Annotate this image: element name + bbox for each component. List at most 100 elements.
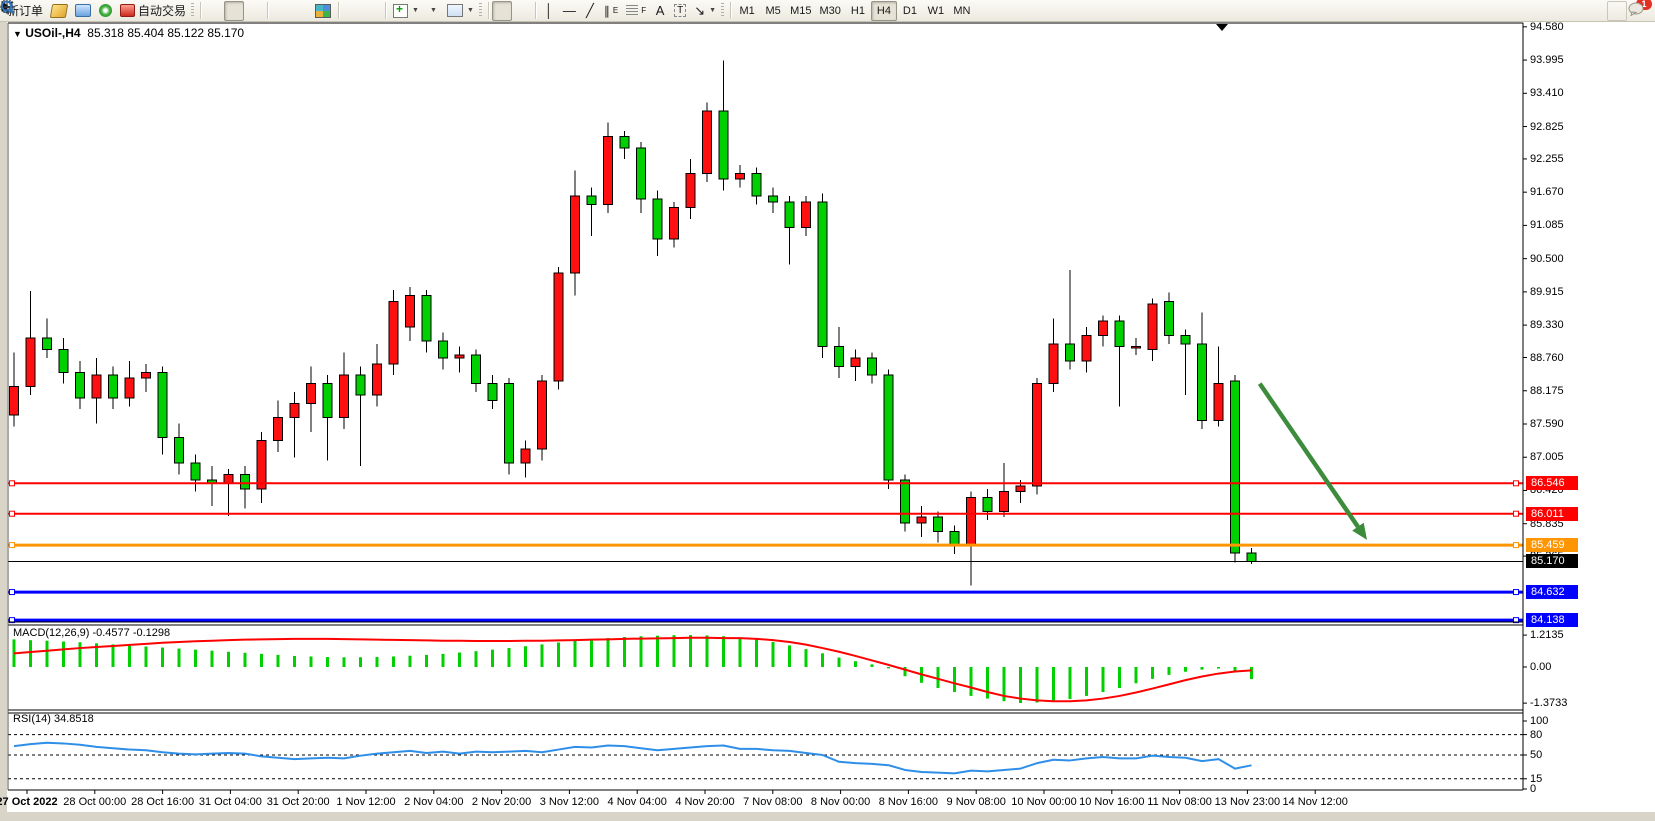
candle-body [736, 173, 745, 179]
macd-histogram-bar [970, 667, 973, 696]
periods-button[interactable]: ▼ [423, 1, 443, 21]
macd-histogram-bar [260, 654, 263, 667]
candle-body [1049, 344, 1058, 384]
tf-button-m15[interactable]: M15 [786, 1, 815, 21]
macd-histogram-bar [953, 667, 956, 692]
macd-histogram-bar [244, 653, 247, 667]
macd-histogram-bar [293, 656, 296, 667]
candle-body [571, 196, 580, 273]
tf-button-mn[interactable]: MN [949, 1, 975, 21]
cursor-tool[interactable] [492, 1, 512, 21]
line-handle[interactable] [10, 543, 15, 548]
macd-histogram-bar [1036, 667, 1039, 703]
macd-histogram-bar [392, 656, 395, 667]
orders-icon[interactable] [47, 1, 71, 21]
candle-body [637, 148, 646, 199]
chat-icon[interactable]: 1 [1627, 1, 1647, 21]
tf-button-d1[interactable]: D1 [897, 1, 923, 21]
line-handle[interactable] [10, 511, 15, 516]
macd-histogram-bar [1250, 667, 1253, 679]
text-tool[interactable]: A [650, 1, 670, 21]
candle-body [142, 372, 151, 378]
terminal-icon[interactable] [71, 1, 95, 21]
tf-button-h4[interactable]: H4 [871, 1, 897, 21]
macd-histogram-bar [310, 656, 313, 667]
macd-histogram-bar [425, 655, 428, 667]
candle-body [356, 375, 365, 395]
line-handle[interactable] [10, 481, 15, 486]
vertical-line-tool[interactable]: │ [539, 1, 559, 21]
macd-histogram-bar [79, 642, 82, 667]
candle-body [340, 375, 349, 418]
shapes-tool[interactable]: ↘▼ [690, 1, 720, 21]
tile-windows-icon[interactable] [311, 1, 335, 21]
macd-histogram-bar [821, 653, 824, 667]
candle-body [917, 517, 926, 523]
tf-button-h1[interactable]: H1 [845, 1, 871, 21]
channel-tool[interactable]: ∥E [600, 1, 622, 21]
candle-body [1214, 384, 1223, 421]
candle-body [26, 338, 35, 386]
line-handle[interactable] [1514, 481, 1519, 486]
candle-body [587, 196, 596, 205]
template-icon [447, 4, 463, 17]
indicators-button[interactable]: ▼ [389, 1, 423, 21]
tf-button-m1[interactable]: M1 [734, 1, 760, 21]
macd-histogram-bar [442, 654, 445, 667]
zoom-out-icon[interactable] [291, 1, 311, 21]
macd-histogram-bar [29, 640, 32, 667]
line-handle[interactable] [1514, 543, 1519, 548]
candle-body [125, 378, 134, 398]
line-chart-icon[interactable] [244, 1, 264, 21]
macd-histogram-bar [673, 635, 676, 667]
macd-histogram-bar [574, 641, 577, 667]
macd-histogram-bar [607, 638, 610, 667]
macd-histogram-bar [458, 653, 461, 667]
candlestick-chart-icon[interactable] [224, 1, 244, 21]
macd-histogram-bar [376, 657, 379, 667]
candle-body [884, 375, 893, 480]
macd-histogram-bar [854, 661, 857, 667]
signals-icon[interactable] [95, 1, 116, 21]
bar-chart-icon[interactable] [204, 1, 224, 21]
macd-histogram-bar [359, 657, 362, 667]
macd-histogram-bar [112, 644, 115, 667]
candle-body [934, 517, 943, 531]
macd-histogram-bar [772, 642, 775, 667]
candle-body [554, 273, 563, 381]
candle-body [670, 208, 679, 239]
zoom-in-icon[interactable] [271, 1, 291, 21]
candle-body [455, 355, 464, 358]
line-handle[interactable] [1514, 511, 1519, 516]
chart-canvas[interactable] [0, 0, 1655, 821]
macd-histogram-bar [62, 641, 65, 667]
auto-scroll-icon[interactable] [342, 1, 362, 21]
candle-body [802, 202, 811, 228]
candle-body [323, 384, 332, 418]
line-handle[interactable] [1514, 590, 1519, 595]
horizontal-line-tool[interactable]: — [559, 1, 580, 21]
macd-histogram-bar [623, 637, 626, 667]
templates-button[interactable]: ▼ [443, 1, 478, 21]
crosshair-tool[interactable] [512, 1, 532, 21]
macd-histogram-bar [1069, 667, 1072, 699]
tf-button-m30[interactable]: M30 [816, 1, 845, 21]
macd-histogram-bar [755, 639, 758, 667]
fibonacci-tool[interactable]: F [622, 1, 650, 21]
text-label-tool[interactable]: T [670, 1, 690, 21]
chart-shift-icon[interactable] [362, 1, 382, 21]
macd-histogram-bar [1217, 667, 1220, 669]
line-handle[interactable] [10, 590, 15, 595]
trendline-tool[interactable]: ╱ [580, 1, 600, 21]
tf-button-w1[interactable]: W1 [923, 1, 949, 21]
candle-body [983, 497, 992, 511]
candle-body [1033, 384, 1042, 486]
candle-body [92, 375, 101, 398]
tf-button-m5[interactable]: M5 [760, 1, 786, 21]
candle-body [818, 202, 827, 347]
autotrading-button[interactable]: 自动交易 [116, 1, 190, 21]
candle-body [1066, 344, 1075, 361]
search-icon[interactable] [1607, 1, 1627, 21]
candle-body [406, 296, 415, 327]
candle-body [224, 475, 233, 484]
